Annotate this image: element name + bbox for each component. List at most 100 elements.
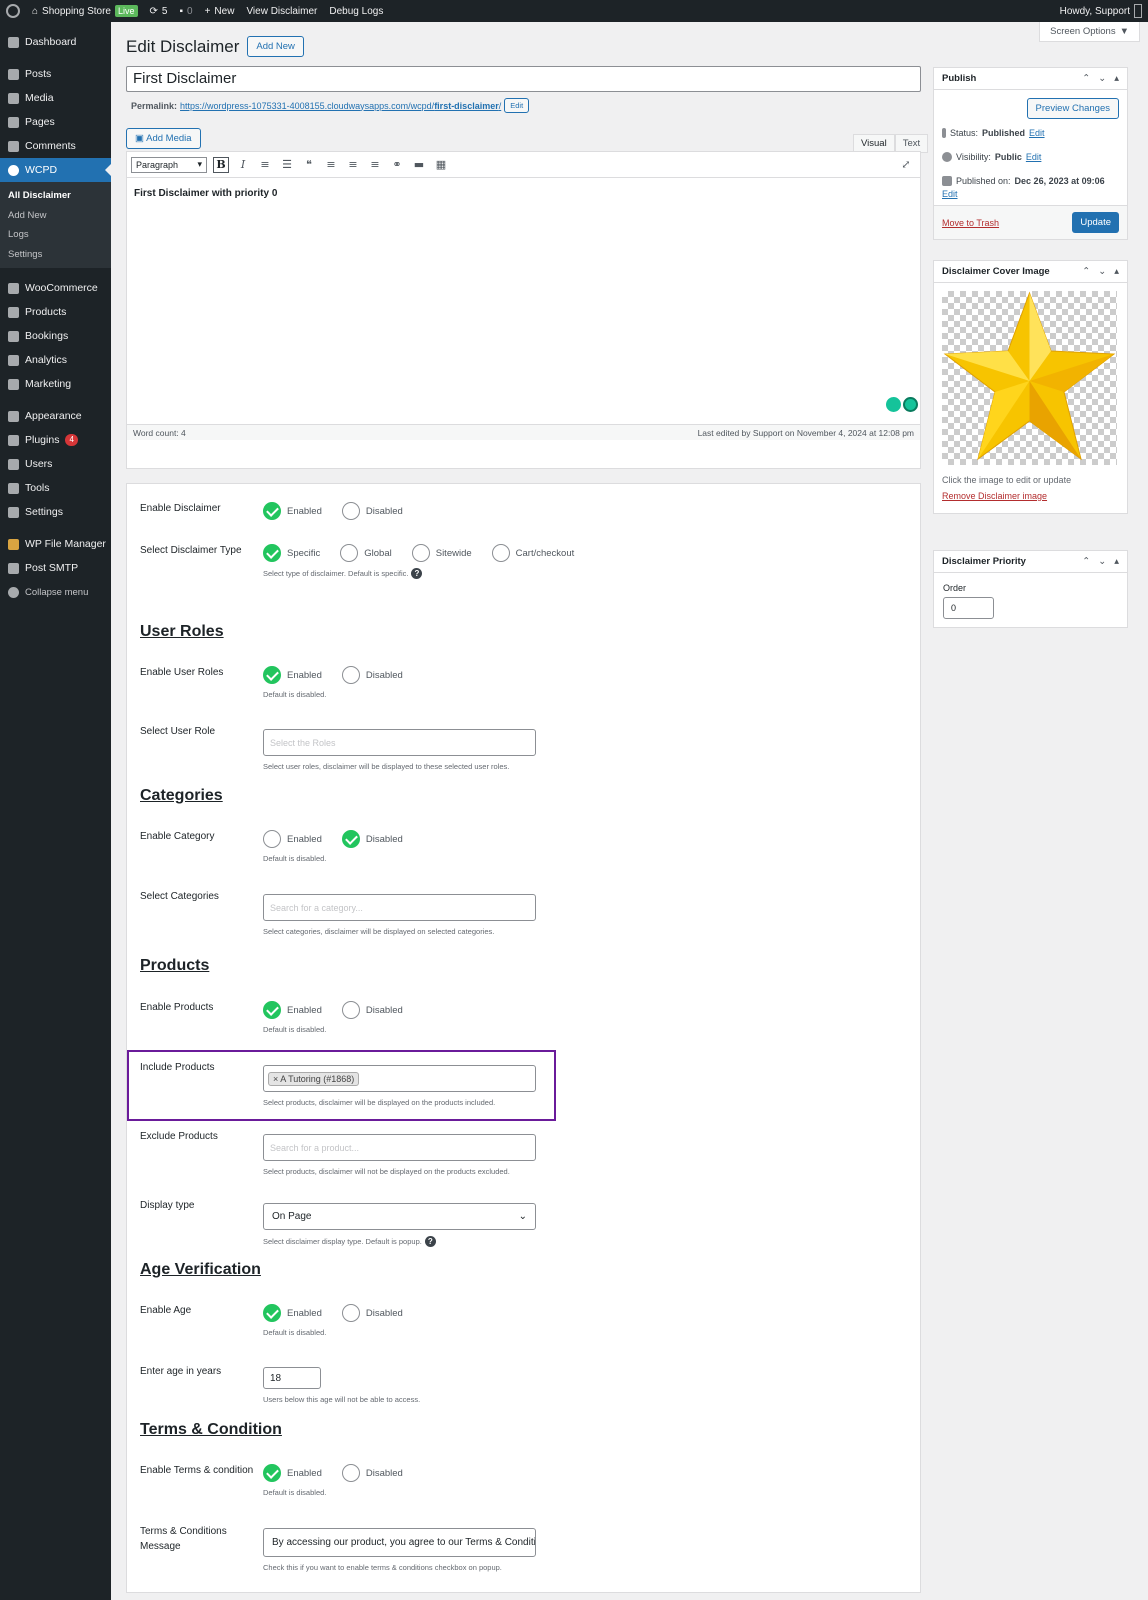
terms-enabled[interactable]: Enabled	[263, 1464, 322, 1482]
check-icon	[263, 1304, 281, 1322]
submenu-settings[interactable]: Settings	[0, 245, 111, 265]
new-content-link[interactable]: + New	[199, 0, 241, 22]
menu-bookings[interactable]: Bookings	[0, 324, 111, 348]
type-cart-checkout[interactable]: Cart/checkout	[491, 544, 574, 562]
preview-changes-button[interactable]: Preview Changes	[1026, 98, 1119, 119]
order-input[interactable]: 0	[943, 597, 994, 619]
exclude-products-input[interactable]: Search for a product...	[263, 1134, 536, 1161]
user-role-select[interactable]: Select the Roles	[263, 729, 536, 756]
menu-pages[interactable]: Pages	[0, 110, 111, 134]
edit-visibility-link[interactable]: Edit	[1026, 152, 1042, 162]
format-select[interactable]: Paragraph ▾	[131, 156, 207, 173]
screen-options-button[interactable]: Screen Options ▼	[1039, 22, 1140, 42]
category-disabled[interactable]: Disabled	[341, 830, 403, 848]
comments-link[interactable]: ▪ 0	[173, 0, 198, 22]
type-specific[interactable]: Specific	[263, 544, 320, 562]
selected-product-chip[interactable]: × A Tutoring (#1868)	[268, 1071, 360, 1086]
menu-users[interactable]: Users	[0, 452, 111, 476]
post-title-input[interactable]: First Disclaimer	[126, 66, 921, 92]
blockquote-icon[interactable]: ❝	[301, 157, 317, 173]
user-roles-enabled[interactable]: Enabled	[263, 666, 322, 684]
include-products-select[interactable]: × A Tutoring (#1868)	[263, 1065, 536, 1092]
chevron-down-icon[interactable]: ⌄	[1098, 266, 1106, 277]
edit-date-link[interactable]: Edit	[942, 189, 958, 199]
collapse-menu-button[interactable]: Collapse menu	[0, 580, 111, 604]
submenu-all-disclaimer[interactable]: All Disclaimer	[0, 186, 111, 206]
remove-cover-link[interactable]: Remove Disclaimer image	[934, 487, 1127, 513]
view-disclaimer-link[interactable]: View Disclaimer	[240, 0, 323, 22]
editor-body[interactable]: First Disclaimer with priority 0	[127, 178, 920, 424]
wp-logo-icon[interactable]	[0, 0, 26, 22]
display-type-select[interactable]: On Page ⌄	[263, 1203, 536, 1230]
edit-status-link[interactable]: Edit	[1029, 128, 1045, 138]
toggle-panel-icon[interactable]: ▴	[1114, 73, 1119, 84]
menu-tools[interactable]: Tools	[0, 476, 111, 500]
age-enabled[interactable]: Enabled	[263, 1304, 322, 1322]
fullscreen-icon[interactable]: ⤢	[898, 157, 914, 173]
update-button[interactable]: Update	[1072, 212, 1119, 233]
bold-icon[interactable]: B	[213, 156, 229, 173]
category-enabled[interactable]: Enabled	[263, 830, 322, 848]
grammarly-widget[interactable]	[886, 397, 918, 412]
menu-dashboard[interactable]: Dashboard	[0, 30, 111, 54]
age-disabled[interactable]: Disabled	[341, 1304, 403, 1322]
eye-icon	[942, 152, 952, 162]
menu-comments[interactable]: Comments	[0, 134, 111, 158]
menu-media[interactable]: Media	[0, 86, 111, 110]
menu-wp-file-manager[interactable]: WP File Manager	[0, 532, 111, 556]
toggle-panel-icon[interactable]: ▴	[1114, 266, 1119, 277]
menu-post-smtp[interactable]: Post SMTP	[0, 556, 111, 580]
toggle-panel-icon[interactable]: ▴	[1114, 556, 1119, 567]
cover-image[interactable]	[942, 291, 1117, 465]
menu-products[interactable]: Products	[0, 300, 111, 324]
submenu-add-new[interactable]: Add New	[0, 206, 111, 226]
account-menu[interactable]: Howdy, Support	[1054, 0, 1148, 22]
menu-plugins[interactable]: Plugins 4	[0, 428, 111, 452]
align-center-icon[interactable]: ≡	[345, 157, 361, 173]
help-icon[interactable]: ?	[411, 568, 423, 579]
type-global[interactable]: Global	[340, 544, 392, 562]
terms-message-input[interactable]: By accessing our product, you agree to o…	[263, 1528, 536, 1557]
terms-disabled[interactable]: Disabled	[341, 1464, 403, 1482]
chevron-up-icon[interactable]: ⌃	[1082, 73, 1090, 84]
permalink-link[interactable]: https://wordpress-1075331-4008155.cloudw…	[180, 101, 501, 111]
menu-posts[interactable]: Posts	[0, 62, 111, 86]
bullet-list-icon[interactable]: ≡	[257, 157, 273, 173]
debug-logs-link[interactable]: Debug Logs	[323, 0, 389, 22]
chevron-up-icon[interactable]: ⌃	[1082, 266, 1090, 277]
type-sitewide[interactable]: Sitewide	[411, 544, 472, 562]
menu-wcpd[interactable]: WCPD	[0, 158, 111, 182]
enable-disclaimer-disabled[interactable]: Disabled	[341, 502, 403, 520]
add-media-button[interactable]: ▣ Add Media	[126, 128, 201, 149]
menu-woocommerce[interactable]: WooCommerce	[0, 276, 111, 300]
chevron-up-icon[interactable]: ⌃	[1082, 556, 1090, 567]
help-icon[interactable]: ?	[424, 1236, 436, 1247]
edit-permalink-button[interactable]: Edit	[504, 98, 530, 113]
add-new-button[interactable]: Add New	[247, 36, 304, 57]
submenu-logs[interactable]: Logs	[0, 225, 111, 245]
toolbar-toggle-icon[interactable]: ▦	[433, 157, 449, 173]
updates-link[interactable]: ⟳ 5	[144, 0, 174, 22]
numbered-list-icon[interactable]: ☰	[279, 157, 295, 173]
site-name-link[interactable]: ⌂ Shopping Store Live	[26, 0, 144, 22]
menu-settings[interactable]: Settings	[0, 500, 111, 524]
menu-marketing[interactable]: Marketing	[0, 372, 111, 396]
age-years-input[interactable]: 18	[263, 1367, 321, 1389]
enable-disclaimer-enabled[interactable]: Enabled	[263, 502, 322, 520]
read-more-icon[interactable]: ▬	[411, 157, 427, 173]
chevron-down-icon[interactable]: ⌄	[1098, 73, 1106, 84]
chevron-down-icon[interactable]: ⌄	[1098, 556, 1106, 567]
products-enabled[interactable]: Enabled	[263, 1001, 322, 1019]
menu-appearance[interactable]: Appearance	[0, 404, 111, 428]
link-icon[interactable]: ⚭	[389, 157, 405, 173]
products-heading: Products	[140, 957, 210, 974]
align-right-icon[interactable]: ≡	[367, 157, 383, 173]
products-disabled[interactable]: Disabled	[341, 1001, 403, 1019]
main-content: Screen Options ▼ Edit Disclaimer Add New…	[111, 22, 1148, 1600]
user-roles-disabled[interactable]: Disabled	[341, 666, 403, 684]
menu-analytics[interactable]: Analytics	[0, 348, 111, 372]
move-to-trash-link[interactable]: Move to Trash	[942, 218, 999, 228]
category-search-input[interactable]: Search for a category...	[263, 894, 536, 921]
italic-icon[interactable]: I	[235, 157, 251, 173]
align-left-icon[interactable]: ≡	[323, 157, 339, 173]
